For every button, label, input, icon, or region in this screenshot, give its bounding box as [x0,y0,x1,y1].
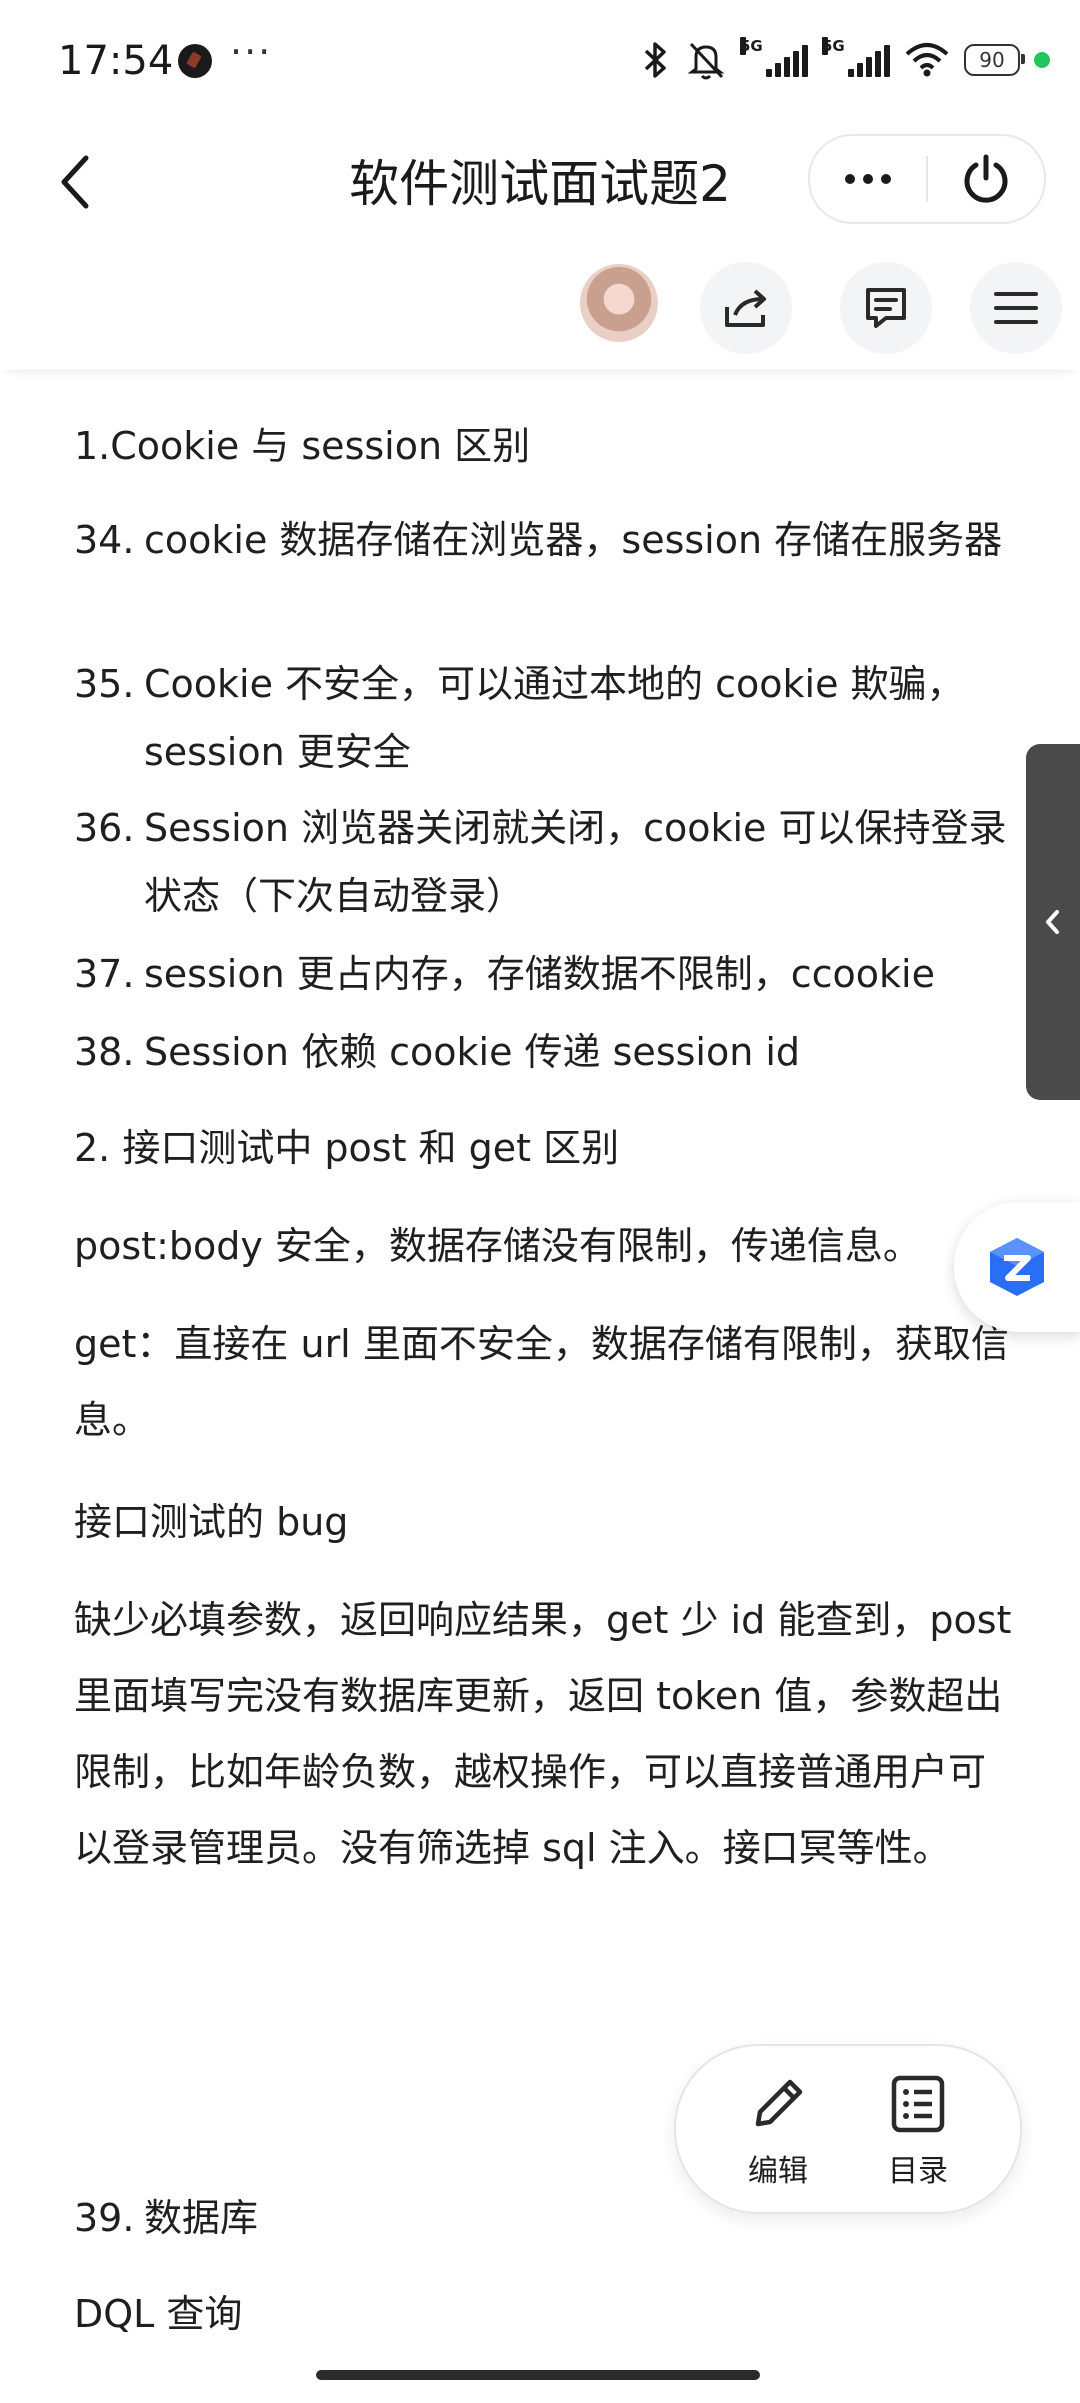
section-heading: 2. 接口测试中 post 和 get 区别 [74,1126,620,1170]
notification-app-icon [178,44,212,78]
bug-heading: 接口测试的 bug [74,1500,349,1544]
list-item: 34. cookie 数据存储在浏览器，session 存储在服务器 [74,518,1003,562]
status-time: 17:54 [58,38,174,84]
power-icon [964,154,1008,203]
chevron-left-icon [1046,910,1059,934]
status-bar: 17:54 ··· 5G 5G 90 [0,0,1080,120]
section-heading: 1.Cookie 与 session 区别 [74,424,531,468]
pencil-icon [755,2079,803,2127]
paragraph-bugs: 缺少必填参数，返回响应结果，get 少 id 能查到，post 里面填写完没有数… [74,1598,1012,1870]
doc-toolbar [0,250,1080,370]
battery-icon: 90 [964,44,1025,76]
side-panel-toggle[interactable] [1026,744,1080,1100]
paragraph-dql: DQL 查询 [74,2292,243,2336]
nav-header: 软件测试面试题2 [0,120,1080,250]
more-options-button[interactable] [810,136,926,222]
close-miniprogram-button[interactable] [928,136,1044,222]
paragraph-get: get：直接在 url 里面不安全，数据存储有限制，获取信息。 [74,1322,1009,1442]
list-item: 36. Session 浏览器关闭就关闭，cookie 可以保持登录状态（下次自… [74,806,1007,918]
edit-button[interactable]: 编辑 [718,2072,838,2190]
share-icon [725,289,766,327]
list-item: 38. Session 依赖 cookie 传递 session id [74,1030,801,1074]
comment-icon [866,288,906,328]
list-item: 35. Cookie 不安全，可以通过本地的 cookie 欺骗，session… [74,662,965,774]
avatar[interactable] [580,264,658,342]
privacy-indicator-dot [1034,52,1050,68]
paragraph-post: post:body 安全，数据存储没有限制，传递信息。 [74,1224,921,1268]
mute-bell-icon [687,42,725,80]
cell-signal-1-icon: 5G [740,37,808,77]
battery-level: 90 [979,48,1005,72]
list-item: 37. session 更占内存，存储数据不限制，ccookie [74,952,935,996]
miniprogram-capsule [808,134,1046,224]
edit-label: 编辑 [748,2154,808,2189]
floating-action-bar: 编辑 目录 [674,2044,1022,2214]
toc-button[interactable]: 目录 [858,2072,978,2190]
toc-label: 目录 [888,2154,948,2189]
menu-icon [994,292,1038,324]
list-icon [891,2075,945,2133]
wifi-icon [905,43,949,77]
ai-assistant-button[interactable] [954,1202,1080,1332]
comment-button[interactable] [840,262,932,354]
menu-button[interactable] [970,262,1062,354]
cell-signal-2-icon: 5G [822,37,890,77]
status-more-indicator: ··· [230,30,273,74]
ai-logo-icon [990,1238,1044,1296]
status-icons: 5G 5G 90 [638,34,1050,86]
home-indicator[interactable] [316,2370,760,2380]
share-button[interactable] [700,262,792,354]
bluetooth-icon [644,42,666,78]
